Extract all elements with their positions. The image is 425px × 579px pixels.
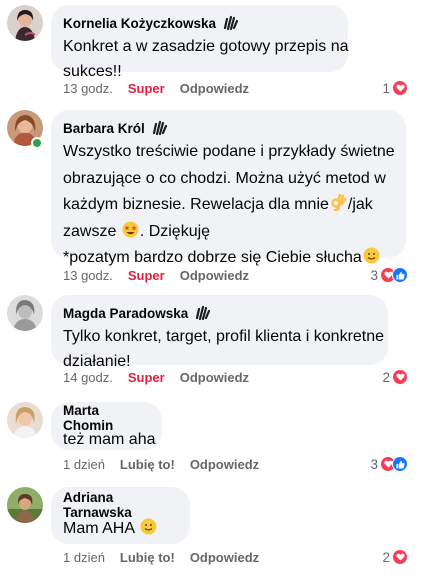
reaction-count: 3 bbox=[370, 456, 378, 472]
reply-button[interactable]: Odpowiedz bbox=[190, 457, 259, 472]
reaction-summary[interactable]: 2 bbox=[382, 549, 408, 565]
comment-bubble: Adriana Tarnawska Mam AHA bbox=[51, 487, 190, 544]
heart-reaction-icon bbox=[392, 80, 408, 96]
avatar[interactable] bbox=[7, 295, 43, 331]
comment-actions: 14 godz. Super Odpowiedz bbox=[63, 370, 249, 385]
star-struck-emoji bbox=[122, 221, 139, 238]
ok-hand-emoji bbox=[330, 193, 347, 212]
fan-badge-icon[interactable] bbox=[194, 305, 212, 321]
comment-text: Wszystko treściwie podane i przykłady św… bbox=[63, 143, 395, 266]
avatar[interactable] bbox=[7, 487, 43, 523]
super-reaction-button[interactable]: Super bbox=[128, 370, 165, 385]
avatar[interactable] bbox=[7, 402, 43, 438]
timestamp[interactable]: 1 dzień bbox=[63, 550, 105, 565]
like-reaction-icon bbox=[392, 267, 408, 283]
super-reaction-button[interactable]: Super bbox=[128, 268, 165, 283]
timestamp[interactable]: 1 dzień bbox=[63, 457, 105, 472]
comment-text: Konkret a w zasadzie gotowy przepis na s… bbox=[63, 38, 349, 80]
comment-bubble: Marta Chomin też mam aha bbox=[51, 402, 162, 450]
timestamp[interactable]: 13 godz. bbox=[63, 81, 113, 96]
reaction-count: 3 bbox=[370, 267, 378, 283]
reply-button[interactable]: Odpowiedz bbox=[190, 550, 259, 565]
comment-actions: 13 godz. Super Odpowiedz bbox=[63, 81, 249, 96]
smile-emoji bbox=[140, 518, 157, 535]
timestamp[interactable]: 13 godz. bbox=[63, 268, 113, 283]
super-reaction-button[interactable]: Super bbox=[128, 81, 165, 96]
like-reaction-icon bbox=[392, 456, 408, 472]
like-button[interactable]: Lubię to! bbox=[120, 550, 175, 565]
comment-bubble: Magda Paradowska Tylko konkret, target, … bbox=[51, 295, 388, 370]
timestamp[interactable]: 14 godz. bbox=[63, 370, 113, 385]
online-status-indicator bbox=[31, 137, 43, 149]
avatar[interactable] bbox=[7, 5, 43, 41]
smile-emoji bbox=[363, 247, 380, 264]
reply-button[interactable]: Odpowiedz bbox=[180, 370, 249, 385]
comment-text: też mam aha bbox=[63, 431, 156, 448]
comment-actions: 1 dzień Lubię to! Odpowiedz bbox=[63, 457, 259, 472]
like-button[interactable]: Lubię to! bbox=[120, 457, 175, 472]
reply-button[interactable]: Odpowiedz bbox=[180, 268, 249, 283]
reaction-summary[interactable]: 3 bbox=[370, 456, 408, 472]
reaction-summary[interactable]: 1 bbox=[382, 80, 408, 96]
author-name[interactable]: Barbara Król bbox=[63, 121, 145, 136]
fan-badge-icon[interactable] bbox=[222, 15, 240, 31]
heart-reaction-icon bbox=[392, 369, 408, 385]
comment-actions: 13 godz. Super Odpowiedz bbox=[63, 268, 249, 283]
author-name[interactable]: Kornelia Kożyczkowska bbox=[63, 16, 216, 31]
author-name[interactable]: Magda Paradowska bbox=[63, 306, 188, 321]
fan-badge-icon[interactable] bbox=[151, 120, 169, 136]
reply-button[interactable]: Odpowiedz bbox=[180, 81, 249, 96]
heart-reaction-icon bbox=[392, 549, 408, 565]
comment-bubble: Kornelia Kożyczkowska Konkret a w zasadz… bbox=[51, 5, 348, 80]
comment-actions: 1 dzień Lubię to! Odpowiedz bbox=[63, 550, 259, 565]
reaction-summary[interactable]: 2 bbox=[382, 369, 408, 385]
reaction-summary[interactable]: 3 bbox=[370, 267, 408, 283]
comment-text: Tylko konkret, target, profil klienta i … bbox=[63, 328, 385, 370]
reaction-count: 1 bbox=[382, 80, 390, 96]
comment-bubble: Barbara Król Wszystko treściwie podane i… bbox=[51, 110, 406, 266]
reaction-count: 2 bbox=[382, 549, 390, 565]
reaction-count: 2 bbox=[382, 369, 390, 385]
